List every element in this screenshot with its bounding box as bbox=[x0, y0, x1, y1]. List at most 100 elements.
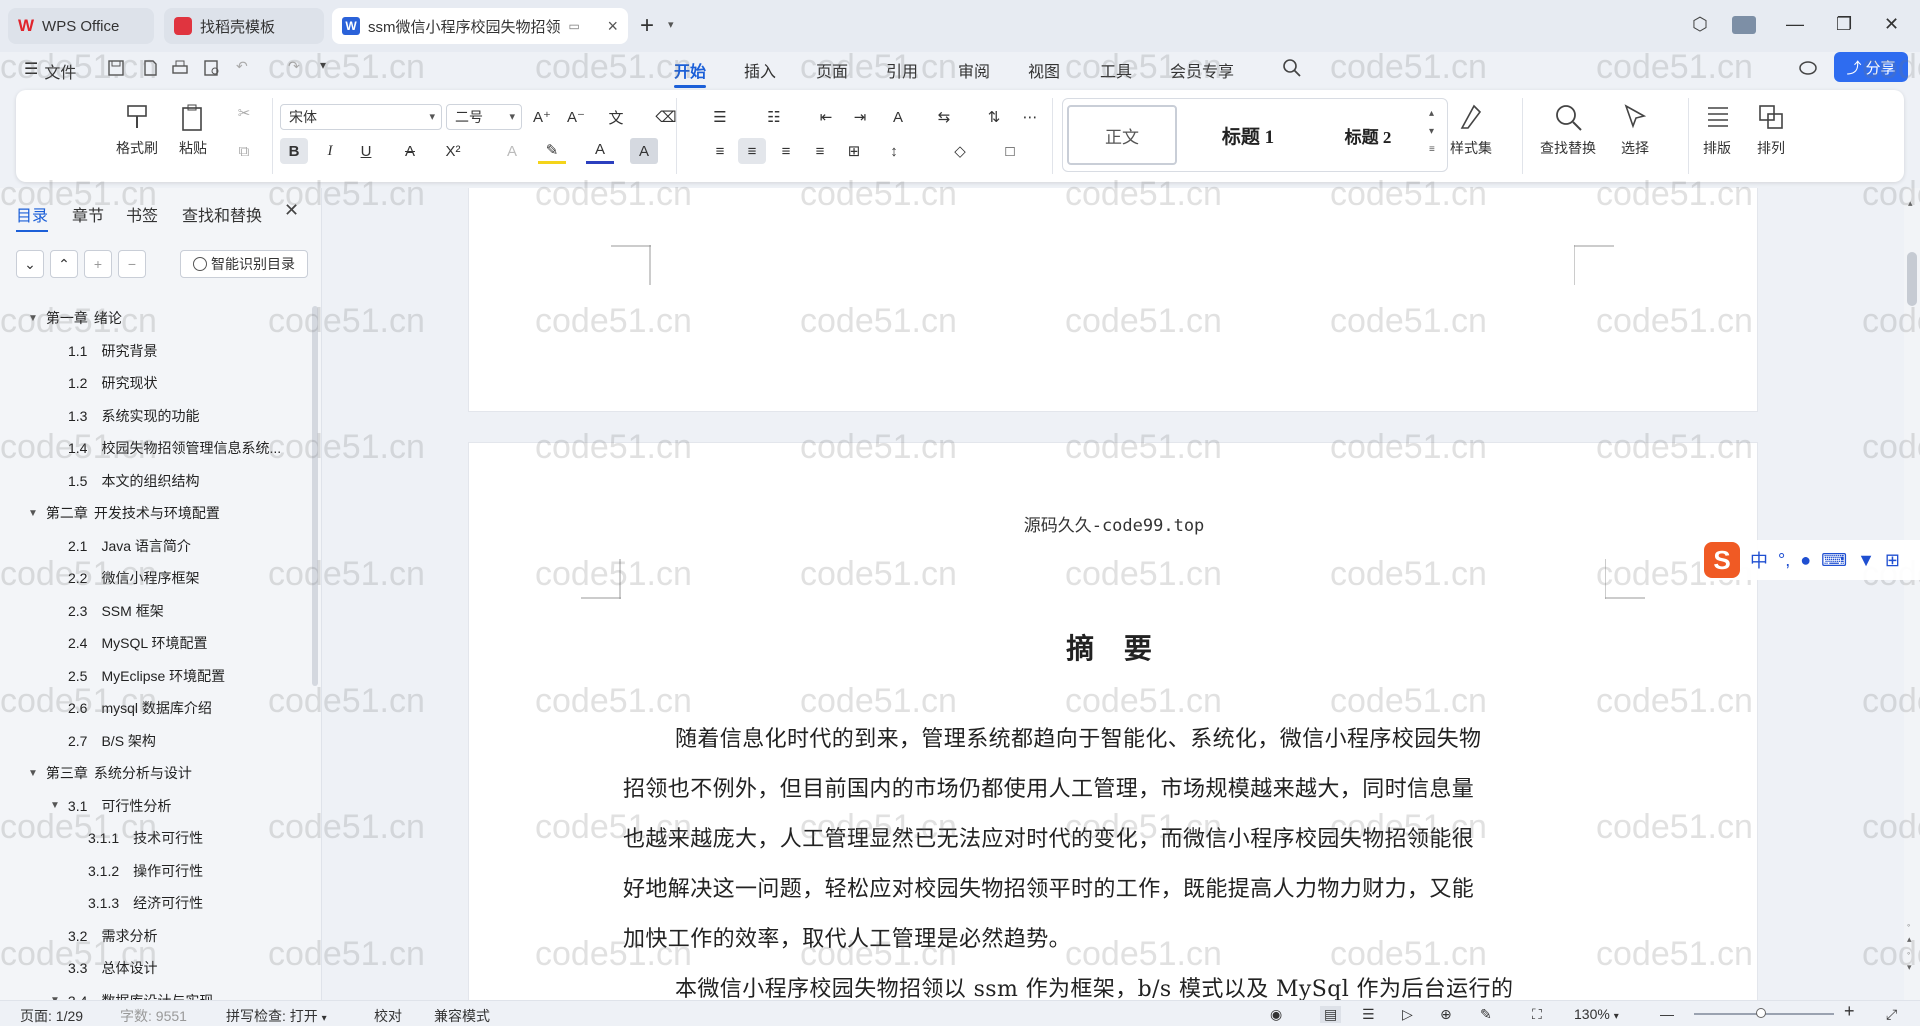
tab-references[interactable]: 引用 bbox=[886, 58, 918, 82]
smart-toc-button[interactable]: 智能识别目录 bbox=[180, 250, 308, 278]
zoom-out-icon[interactable]: — bbox=[1660, 1006, 1674, 1022]
tab-docer-templates[interactable]: 找稻壳模板 bbox=[164, 8, 324, 44]
share-button[interactable]: ⤴ 分享 bbox=[1834, 52, 1908, 82]
toc-item[interactable]: ▼ 第一章 绪论 bbox=[28, 306, 122, 330]
toc-item[interactable]: 3.3 总体设计 bbox=[68, 956, 157, 980]
align-center-icon[interactable]: ≡ bbox=[738, 138, 766, 164]
strikethrough-button[interactable]: A bbox=[396, 138, 424, 164]
expand-arrow-icon[interactable]: ▼ bbox=[50, 800, 60, 811]
tab-insert[interactable]: 插入 bbox=[744, 58, 776, 82]
cube-icon[interactable]: ⬡ bbox=[1692, 14, 1708, 35]
tab-home[interactable]: 开始 bbox=[674, 58, 707, 88]
outline-view-icon[interactable]: ☰ bbox=[1362, 1006, 1375, 1023]
sort-icon[interactable]: ⇅ bbox=[980, 104, 1008, 130]
line-break-icon[interactable]: ⇆ bbox=[930, 104, 958, 130]
line-spacing-icon[interactable]: ↕ bbox=[880, 138, 908, 164]
eye-icon[interactable]: ◉ bbox=[1270, 1006, 1282, 1023]
fit-icon[interactable]: ⛶ bbox=[1532, 1006, 1542, 1023]
tab-wps-office[interactable]: W WPS Office bbox=[8, 8, 154, 44]
close-window-icon[interactable]: ✕ bbox=[1884, 14, 1899, 35]
proofread-button[interactable]: 校对 bbox=[374, 1006, 402, 1026]
sidebar-scrollbar[interactable] bbox=[312, 306, 318, 686]
toc-item[interactable]: 1.1 研究背景 bbox=[68, 339, 157, 363]
expand-arrow-icon[interactable]: ▼ bbox=[28, 508, 38, 519]
avatar[interactable] bbox=[1732, 16, 1756, 34]
font-size-select[interactable]: 二号 ▾ bbox=[446, 104, 522, 130]
style-set-button[interactable]: 样式集 bbox=[1450, 102, 1492, 158]
toc-item[interactable]: 2.5 MyEclipse 环境配置 bbox=[68, 664, 225, 688]
show-marks-icon[interactable]: ⋯ bbox=[1016, 104, 1044, 130]
new-tab-button[interactable]: + bbox=[640, 12, 654, 40]
tab-tools[interactable]: 工具 bbox=[1100, 58, 1132, 82]
tab-chapters[interactable]: 章节 bbox=[72, 202, 104, 226]
tab-find-replace[interactable]: 查找和替换 bbox=[182, 202, 262, 226]
increase-font-icon[interactable]: A⁺ bbox=[528, 104, 556, 130]
tab-bookmarks[interactable]: 书签 bbox=[126, 202, 158, 226]
toc-item[interactable]: ▼ 第三章 系统分析与设计 bbox=[28, 761, 192, 785]
close-pane-icon[interactable]: ✕ bbox=[284, 200, 299, 221]
toc-item[interactable]: 3.1.2 操作可行性 bbox=[88, 859, 203, 883]
highlight-icon[interactable]: ✎ bbox=[538, 138, 566, 164]
remove-heading-icon[interactable]: − bbox=[118, 250, 146, 278]
web-view-icon[interactable]: ⊕ bbox=[1440, 1006, 1452, 1023]
copy-icon[interactable]: ⧉ bbox=[230, 138, 258, 164]
export-pdf-icon[interactable] bbox=[140, 58, 160, 78]
save-icon[interactable] bbox=[106, 58, 126, 78]
toc-item[interactable]: ▼ 3.1 可行性分析 bbox=[50, 794, 171, 818]
tab-page[interactable]: 页面 bbox=[816, 58, 848, 82]
ime-toolbar[interactable]: S 中 °, ● ⌨ ▼ ⊞ bbox=[1700, 540, 1920, 580]
toc-item[interactable]: 2.4 MySQL 环境配置 bbox=[68, 631, 208, 655]
toc-item[interactable]: 3.2 需求分析 bbox=[68, 924, 157, 948]
toc-item[interactable]: 1.2 研究现状 bbox=[68, 371, 157, 395]
toolbox-icon[interactable]: ⊞ bbox=[1885, 550, 1900, 571]
phonetic-guide-icon[interactable]: 文 bbox=[602, 104, 630, 130]
align-right-icon[interactable]: ≡ bbox=[772, 138, 800, 164]
text-effect-icon[interactable]: A bbox=[498, 138, 526, 164]
expand-up-icon[interactable]: ⌃ bbox=[50, 250, 78, 278]
toc-item[interactable]: ▼ 第二章 开发技术与环境配置 bbox=[28, 501, 220, 525]
style-heading-2[interactable]: 标题 2 bbox=[1313, 105, 1423, 165]
redo-icon[interactable]: ↷ bbox=[288, 58, 308, 78]
shading-icon[interactable]: ◇ bbox=[946, 138, 974, 164]
tab-view[interactable]: 视图 bbox=[1028, 58, 1060, 82]
toc-item[interactable]: 2.1 Java 语言简介 bbox=[68, 534, 191, 558]
search-icon[interactable] bbox=[1282, 58, 1302, 78]
char-shading-icon[interactable]: A bbox=[630, 138, 658, 164]
tab-member[interactable]: 会员专享 bbox=[1170, 58, 1234, 82]
justify-icon[interactable]: ≡ bbox=[806, 138, 834, 164]
toc-item[interactable]: 1.3 系统实现的功能 bbox=[68, 404, 199, 428]
chevron-down-icon[interactable]: ▾ bbox=[668, 18, 674, 31]
distribute-icon[interactable]: ⊞ bbox=[840, 138, 868, 164]
find-replace-button[interactable]: 查找替换 bbox=[1540, 102, 1596, 158]
expand-arrow-icon[interactable]: ▼ bbox=[28, 313, 38, 324]
microphone-icon[interactable]: ● bbox=[1800, 550, 1811, 571]
border-icon[interactable]: □ bbox=[996, 138, 1024, 164]
gallery-scroll-icon[interactable]: ▴ ▾ ≡ bbox=[1429, 105, 1435, 159]
select-button[interactable]: 选择 bbox=[1620, 102, 1650, 158]
fullscreen-icon[interactable]: ⤢ bbox=[1886, 1006, 1897, 1023]
scroll-up-icon[interactable]: ▴ bbox=[1908, 198, 1913, 209]
chat-bubble-icon[interactable] bbox=[1798, 58, 1818, 78]
toc-item[interactable]: 1.4 校园失物招领管理信息系统... bbox=[68, 436, 281, 460]
print-preview-icon[interactable] bbox=[202, 58, 222, 78]
page-count[interactable]: 页面: 1/29 bbox=[20, 1006, 83, 1026]
skin-icon[interactable]: ▼ bbox=[1857, 550, 1875, 571]
collapse-all-icon[interactable]: ⌄ bbox=[16, 250, 44, 278]
spell-check[interactable]: 拼写检查: 打开 ▾ bbox=[226, 1006, 327, 1026]
bullet-list-icon[interactable]: ☰ bbox=[706, 104, 734, 130]
close-tab-icon[interactable]: × bbox=[607, 16, 618, 37]
expand-arrow-icon[interactable]: ▼ bbox=[28, 768, 38, 779]
tab-review[interactable]: 审阅 bbox=[958, 58, 990, 82]
arrange-button[interactable]: 排列 bbox=[1756, 102, 1786, 158]
scroll-thumb[interactable] bbox=[1907, 252, 1917, 306]
ime-language[interactable]: 中 bbox=[1750, 547, 1768, 573]
numbered-list-icon[interactable]: ☷ bbox=[760, 104, 788, 130]
word-count[interactable]: 字数: 9551 bbox=[120, 1006, 187, 1026]
punctuation-icon[interactable]: °, bbox=[1778, 550, 1790, 571]
add-heading-icon[interactable]: + bbox=[84, 250, 112, 278]
bold-button[interactable]: B bbox=[280, 138, 308, 164]
layout-button[interactable]: 排版 bbox=[1702, 102, 1732, 158]
decrease-font-icon[interactable]: A⁻ bbox=[562, 104, 590, 130]
toc-item[interactable]: 2.2 微信小程序框架 bbox=[68, 566, 199, 590]
font-color-icon[interactable]: A bbox=[586, 138, 614, 164]
